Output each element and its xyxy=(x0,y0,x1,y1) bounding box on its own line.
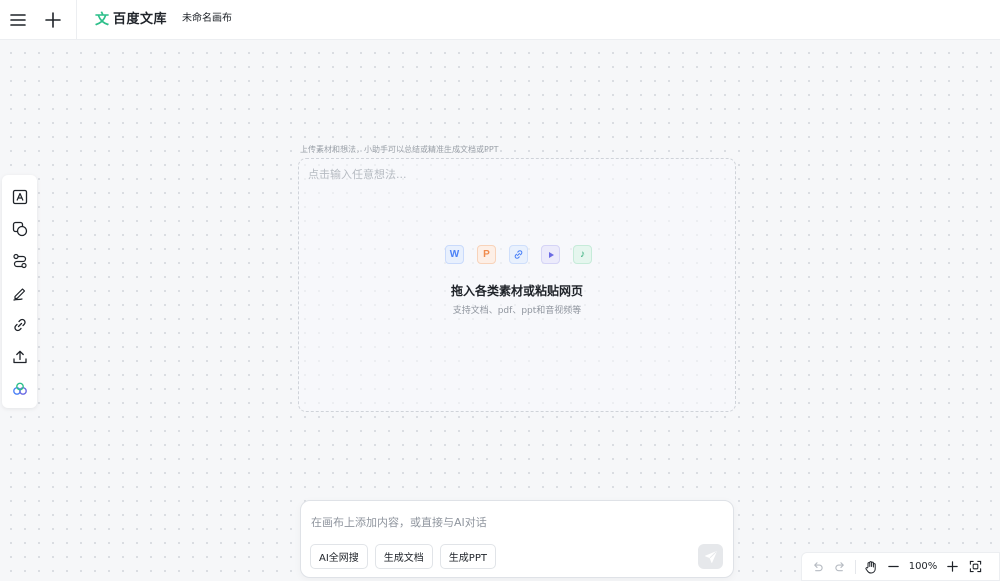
idea-input-placeholder[interactable]: 点击输入任意想法... xyxy=(308,168,407,182)
hand-tool-button[interactable] xyxy=(859,554,882,579)
fit-screen-button[interactable] xyxy=(964,554,987,579)
connector-icon xyxy=(12,253,27,269)
wenku-logo-text: 百度文库 xyxy=(113,12,168,27)
plus-icon xyxy=(947,561,958,572)
quick-action-chips: AI全网搜 生成文档 生成PPT xyxy=(310,544,496,569)
video-file-icon xyxy=(541,245,560,264)
ai-chat-box: AI全网搜 生成文档 生成PPT xyxy=(300,500,734,578)
ai-assistant-icon xyxy=(12,382,27,395)
pen-icon xyxy=(12,288,25,301)
zoom-level[interactable]: 100% xyxy=(905,560,941,574)
pen-tool-button[interactable] xyxy=(2,277,37,309)
minus-icon xyxy=(888,565,899,568)
zoom-separator xyxy=(855,559,856,574)
shape-tool-button[interactable] xyxy=(2,213,37,245)
wenku-logo-mark: 文 xyxy=(95,12,109,28)
redo-icon xyxy=(835,562,844,572)
menu-button[interactable] xyxy=(0,2,36,38)
undo-icon xyxy=(814,562,823,572)
zoom-controls: 100% xyxy=(801,552,1000,581)
link-icon xyxy=(13,318,26,332)
top-bar: 文 百度文库 未命名画布 xyxy=(0,0,1000,40)
ai-chat-input[interactable] xyxy=(311,513,721,531)
upload-hint-text: 上传素材和想法，小助手可以总结或精准生成文档或PPT xyxy=(300,145,499,154)
undo-button[interactable] xyxy=(806,554,829,579)
drop-zone-title: 拖入各类素材或粘贴网页 xyxy=(450,284,583,298)
new-canvas-button[interactable] xyxy=(35,2,71,38)
link-glyph-icon xyxy=(514,250,523,259)
zoom-in-button[interactable] xyxy=(941,554,964,579)
left-toolbar xyxy=(2,175,37,408)
fit-screen-icon xyxy=(969,560,982,573)
link-file-icon xyxy=(509,245,528,264)
hamburger-menu-icon xyxy=(10,14,26,26)
baidu-wenku-logo[interactable]: 文 百度文库 xyxy=(95,9,167,31)
generate-doc-chip[interactable]: 生成文档 xyxy=(374,544,433,569)
drop-zone-subtitle: 支持文档、pdf、ppt和音视频等 xyxy=(452,306,582,316)
ppt-file-icon: P xyxy=(477,245,496,264)
audio-file-icon: ♪ xyxy=(573,245,592,264)
shapes-icon xyxy=(12,221,27,237)
canvas-title[interactable]: 未命名画布 xyxy=(182,11,232,27)
supported-file-types: W P ♪ xyxy=(445,245,592,264)
link-tool-button[interactable] xyxy=(2,309,37,341)
send-icon xyxy=(704,550,717,563)
ai-assistant-button[interactable] xyxy=(2,373,37,405)
upload-icon xyxy=(12,350,27,364)
send-button[interactable] xyxy=(698,544,723,569)
upload-tool-button[interactable] xyxy=(2,341,37,373)
play-icon xyxy=(548,251,554,258)
plus-icon xyxy=(45,12,61,28)
hand-icon xyxy=(864,560,876,573)
zoom-out-button[interactable] xyxy=(882,554,905,579)
text-tool-button[interactable] xyxy=(2,181,37,213)
redo-button[interactable] xyxy=(829,554,852,579)
ai-web-search-chip[interactable]: AI全网搜 xyxy=(310,544,368,569)
topbar-divider xyxy=(76,0,77,40)
material-drop-zone[interactable]: 点击输入任意想法... W P ♪ 拖入各类素材或粘贴网页 支持文档、pdf、p… xyxy=(298,158,736,412)
text-box-icon xyxy=(12,189,27,205)
word-file-icon: W xyxy=(445,245,464,264)
connector-tool-button[interactable] xyxy=(2,245,37,277)
generate-ppt-chip[interactable]: 生成PPT xyxy=(439,544,496,569)
